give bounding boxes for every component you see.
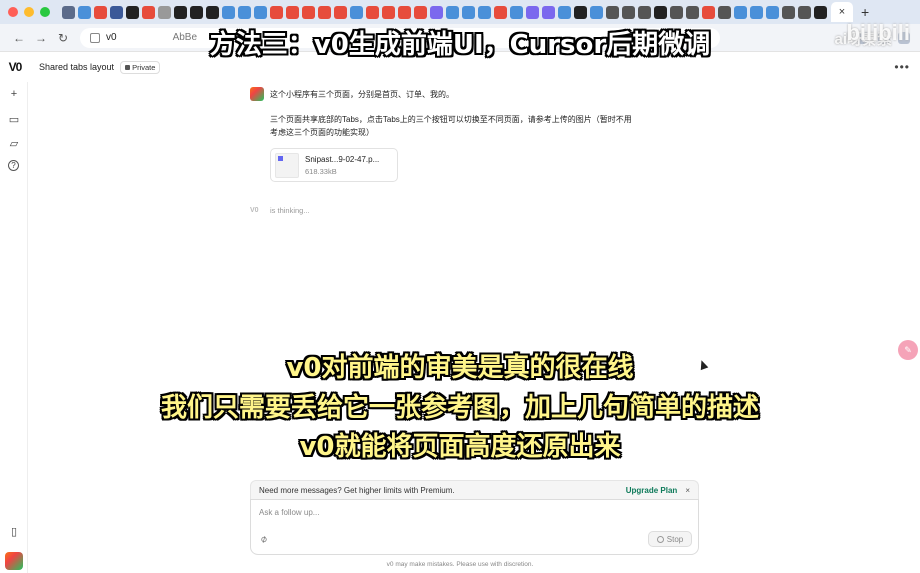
pinned-tab-favicon-icon[interactable] <box>494 5 507 19</box>
pinned-tab-favicon-icon[interactable] <box>350 5 363 19</box>
bilibili-watermark: bilibili <box>846 20 910 45</box>
attachment-size: 618.33kB <box>305 167 337 176</box>
pinned-tab-favicon-icon[interactable] <box>334 5 347 19</box>
thinking-status: is thinking... <box>270 206 310 215</box>
pinned-tab-favicon-icon[interactable] <box>798 5 811 19</box>
pinned-tab-favicon-icon[interactable] <box>590 5 603 19</box>
pinned-tab-favicon-icon[interactable] <box>94 5 107 19</box>
v0-logo-icon: V0 <box>250 207 259 214</box>
pinned-tab-favicon-icon[interactable] <box>638 5 651 19</box>
pinned-tab-favicon-icon[interactable] <box>238 5 251 19</box>
video-caption-title: 方法三：v0生成前端UI，Cursor后期微调 <box>209 30 711 60</box>
pinned-tab-favicon-icon[interactable] <box>542 5 555 19</box>
stop-icon <box>656 535 664 543</box>
image-thumbnail <box>275 153 299 178</box>
library-icon[interactable]: ▭ <box>6 111 22 127</box>
pinned-tab-favicon-icon[interactable] <box>718 5 731 19</box>
pinned-tab-favicon-icon[interactable] <box>702 5 715 19</box>
new-tab-button[interactable]: + <box>861 4 869 20</box>
pinned-tab-favicon-icon[interactable] <box>270 5 283 19</box>
attachment-name: Snipast...9-02-47.p... <box>305 155 380 164</box>
pinned-tab-favicon-icon[interactable] <box>142 5 155 19</box>
window-controls <box>8 7 50 17</box>
pinned-tab-favicon-icon[interactable] <box>366 5 379 19</box>
lock-icon <box>125 64 131 70</box>
projects-folder-icon[interactable]: ▱ <box>6 135 22 151</box>
pinned-tab-favicon-icon[interactable] <box>206 5 219 19</box>
premium-banner: Need more messages? Get higher limits wi… <box>250 480 699 499</box>
pinned-tab-favicon-icon[interactable] <box>302 5 315 19</box>
pinned-tab-favicon-icon[interactable] <box>622 5 635 19</box>
pinned-tab-favicon-icon[interactable] <box>126 5 139 19</box>
pinned-tab-favicon-icon[interactable] <box>606 5 619 19</box>
pinned-tab-favicon-icon[interactable] <box>318 5 331 19</box>
pinned-tab-favicon-icon[interactable] <box>670 5 683 19</box>
pinned-tab-favicon-icon[interactable] <box>510 5 523 19</box>
stop-label: Stop <box>666 534 684 544</box>
active-tab-close[interactable]: × <box>831 2 853 22</box>
left-sidebar: + ▭ ▱ ? ▯ <box>0 82 28 573</box>
pinned-tab-favicon-icon[interactable] <box>222 5 235 19</box>
follow-up-input[interactable] <box>259 508 639 517</box>
attach-file-icon[interactable]: ⌀ <box>259 533 270 546</box>
assistant-thinking: V0 is thinking... <box>250 206 310 215</box>
upgrade-plan-link[interactable]: Upgrade Plan <box>626 486 678 495</box>
pinned-tab-favicon-icon[interactable] <box>286 5 299 19</box>
message-line-1: 这个小程序有三个页面，分别是首页、订单、我的。 <box>270 90 454 99</box>
pinned-tab-favicon-icon[interactable] <box>782 5 795 19</box>
pinned-tab-favicon-icon[interactable] <box>190 5 203 19</box>
toggle-sidebar-icon[interactable]: ▯ <box>6 523 22 539</box>
pinned-tab-favicon-icon[interactable] <box>78 5 91 19</box>
pinned-tab-favicon-icon[interactable] <box>814 5 827 19</box>
pinned-tab-favicon-icon[interactable] <box>654 5 667 19</box>
minimize-window-button[interactable] <box>24 7 34 17</box>
v0-logo[interactable]: V0 <box>0 60 30 74</box>
pinned-tab-favicon-icon[interactable] <box>430 5 443 19</box>
pinned-tab-favicon-icon[interactable] <box>526 5 539 19</box>
pinned-tab-favicon-icon[interactable] <box>62 5 75 19</box>
pinned-tab-favicon-icon[interactable] <box>686 5 699 19</box>
maximize-window-button[interactable] <box>40 7 50 17</box>
pinned-tab-favicon-icon[interactable] <box>558 5 571 19</box>
pinned-tab-favicon-icon[interactable] <box>382 5 395 19</box>
pinned-tab-favicon-icon[interactable] <box>414 5 427 19</box>
floating-translate-icon[interactable]: ✎ <box>898 340 918 360</box>
more-options-button[interactable]: ••• <box>894 60 910 74</box>
premium-banner-text: Need more messages? Get higher limits wi… <box>259 485 455 495</box>
pinned-tab-favicon-icon[interactable] <box>750 5 763 19</box>
visibility-label: Private <box>132 62 156 72</box>
close-banner-button[interactable]: × <box>685 486 690 495</box>
pinned-tab-favicon-icon[interactable] <box>574 5 587 19</box>
visibility-badge[interactable]: Private <box>120 60 161 74</box>
help-icon[interactable]: ? <box>8 160 19 171</box>
video-caption-line-1: v0对前端的审美是真的很在线 <box>286 353 634 383</box>
pinned-tab-favicon-icon[interactable] <box>766 5 779 19</box>
pinned-tab-favicon-icon[interactable] <box>174 5 187 19</box>
pinned-tab-favicon-icon[interactable] <box>734 5 747 19</box>
pinned-tab-favicon-icon[interactable] <box>110 5 123 19</box>
pinned-tab-favicon-icon[interactable] <box>478 5 491 19</box>
user-avatar <box>250 87 264 101</box>
attachment-card[interactable]: Snipast...9-02-47.p... 618.33kB <box>270 148 398 182</box>
pinned-tab-favicon-icon[interactable] <box>398 5 411 19</box>
disclaimer-text: v0 may make mistakes. Please use with di… <box>386 561 534 568</box>
stop-button[interactable]: Stop <box>648 531 692 547</box>
project-title[interactable]: Shared tabs layout <box>39 62 114 72</box>
message-line-2: 三个页面共享底部的Tabs，点击Tabs上的三个按钮可以切换至不同页面，请参考上… <box>270 115 632 137</box>
new-chat-button[interactable]: + <box>6 86 22 102</box>
pinned-tab-favicon-icon[interactable] <box>158 5 171 19</box>
pinned-tab-favicon-icon[interactable] <box>254 5 267 19</box>
message-composer: ⌀ Stop <box>250 499 699 555</box>
pinned-tab-favicon-icon[interactable] <box>446 5 459 19</box>
video-caption-line-2: 我们只需要丢给它一张参考图，加上几句简单的描述 <box>160 393 759 423</box>
close-window-button[interactable] <box>8 7 18 17</box>
pinned-tabs <box>62 5 827 19</box>
video-caption-line-3: v0就能将页面高度还原出来 <box>299 432 621 462</box>
pinned-tab-favicon-icon[interactable] <box>462 5 475 19</box>
browser-tab-bar: × + <box>0 0 920 24</box>
